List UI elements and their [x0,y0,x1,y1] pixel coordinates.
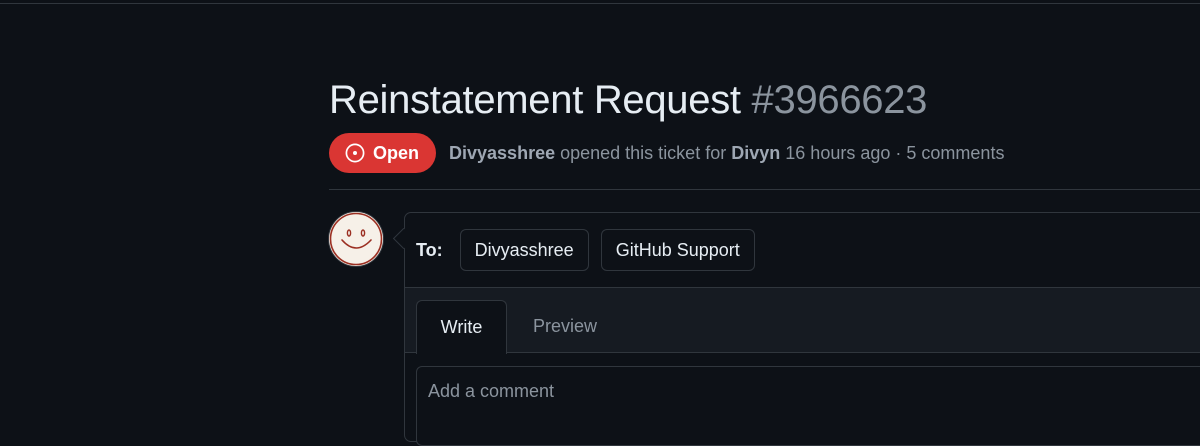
comment-input[interactable] [416,366,1200,446]
issue-title: Reinstatement Request [329,78,741,122]
comment-composer: To: Divyasshree GitHub Support Write Pre… [404,212,1200,446]
status-label: Open [373,142,420,163]
meta-separator: · [895,142,902,163]
title-divider [329,189,1200,190]
comment-count: 5 comments [906,142,1005,163]
smiley-face-avatar [329,212,383,266]
issue-meta-text: Divyasshree opened this ticket for Divyn… [449,143,1004,164]
ticket-page: Reinstatement Request #3966623 Open Divy… [0,0,1200,446]
header-divider [0,3,1200,4]
tab-preview[interactable]: Preview [517,300,613,353]
author-link[interactable]: Divyasshree [449,143,555,163]
time-ago: 16 hours ago [785,142,891,163]
issue-meta: Open Divyasshree opened this ticket for … [329,133,1004,173]
page-title: Reinstatement Request #3966623 [329,74,927,126]
tab-write[interactable]: Write [416,300,507,354]
to-label: To: [416,239,443,260]
opened-text: opened this ticket for [560,142,727,163]
recipient-chip-github-support[interactable]: GitHub Support [600,229,755,271]
account-link[interactable]: Divyn [731,143,780,163]
issue-opened-icon [345,143,365,163]
avatar[interactable] [329,212,383,266]
recipients-row: To: Divyasshree GitHub Support [405,213,1200,287]
status-badge: Open [329,133,437,173]
editor-tab-bar: Write Preview [405,287,1200,354]
issue-number: #3966623 [751,78,928,122]
recipient-chip-divyasshree[interactable]: Divyasshree [459,229,589,271]
